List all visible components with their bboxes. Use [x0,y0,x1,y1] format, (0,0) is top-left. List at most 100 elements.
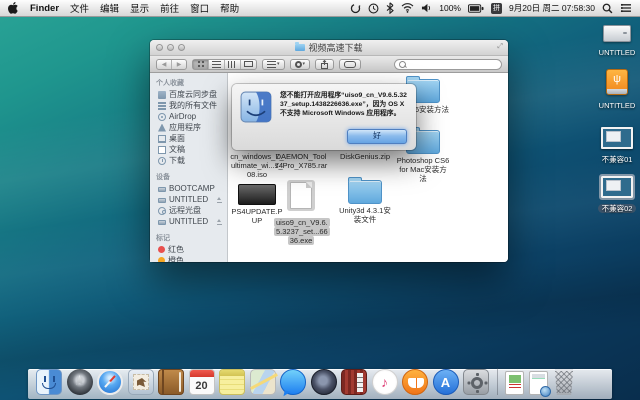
notification-center-icon[interactable] [620,3,632,13]
folder-icon [348,180,382,204]
eject-icon[interactable] [216,196,223,203]
desktop-icon-untitled-drive[interactable]: UNTITLED [597,25,637,60]
clock-icon[interactable] [368,3,379,14]
tags-button[interactable] [339,59,361,70]
zoom-button[interactable] [178,44,185,51]
navigation-buttons: ◀ ▶ [156,59,187,70]
dock-document-icon[interactable] [529,371,548,395]
arrange-menu-button[interactable]: ▾ [262,59,285,70]
list-view-icon [212,61,221,68]
sidebar-item-applications[interactable]: 应用程序 [150,122,227,133]
dock: 20 ♪ A [28,363,612,399]
dock-finder-icon[interactable] [36,369,62,395]
forward-button[interactable]: ▶ [171,60,186,69]
desktop-icon-column: UNTITLED ψ UNTITLED 不兼容01 不兼容02 [597,25,637,225]
drive-icon [158,220,166,225]
menu-view[interactable]: 显示 [130,1,149,15]
window-title-bar[interactable]: 视频高速下载 ⤢ [150,40,508,56]
battery-icon[interactable] [468,4,484,13]
desktop-icon-screenshot-01[interactable]: 不兼容01 [597,127,637,167]
menu-app-name[interactable]: Finder [30,3,59,14]
volume-icon[interactable] [421,3,432,13]
dock-mail-icon[interactable] [128,369,154,395]
dock-trash-icon[interactable] [552,369,576,395]
sidebar-item-baidu-sync[interactable]: 百度云同步盘 [150,89,227,100]
battery-percentage: 100% [439,3,461,13]
sidebar-item-tag-red[interactable]: 红色 [150,244,227,255]
sidebar-section-tags: 标记 [150,231,227,244]
dock-itunes-icon[interactable]: ♪ [372,369,398,395]
fullscreen-icon[interactable]: ⤢ [497,43,503,51]
share-button[interactable] [315,59,334,70]
menu-file[interactable]: 文件 [70,1,89,15]
document-icon [290,182,312,209]
sidebar-item-untitled-2[interactable]: UNTITLED [150,216,227,227]
menu-window[interactable]: 窗口 [190,1,209,15]
icon-view-button[interactable] [193,60,208,69]
dock-notes-icon[interactable] [219,369,245,395]
dock-app-store-icon[interactable]: A [433,369,459,395]
tag-icon [344,61,356,68]
dock-imovie-icon[interactable] [311,369,337,395]
view-mode-buttons [192,59,257,70]
desktop-icon-screenshot-02[interactable]: 不兼容02 [597,176,637,216]
airdrop-icon [158,113,166,121]
dock-document-icon[interactable] [505,371,524,395]
search-icon [399,61,406,68]
action-menu-button[interactable]: ▾ [290,59,311,70]
menu-bar-clock[interactable]: 9月20日 周二 07:58:30 [509,2,595,14]
menu-go[interactable]: 前往 [160,1,179,15]
sidebar-item-bootcamp[interactable]: BOOTCAMP [150,183,227,194]
dock-system-preferences-icon[interactable] [463,369,489,395]
eject-icon[interactable] [216,218,223,225]
document-badge-icon [540,386,551,397]
apple-menu-icon[interactable] [8,2,19,14]
sidebar-item-desktop[interactable]: 桌面 [150,133,227,144]
dock-safari-icon[interactable] [97,369,123,395]
selection-highlight [287,180,315,211]
screenshot-thumbnail-icon [601,127,633,149]
arrange-icon [267,61,276,68]
documents-icon [158,146,166,154]
sidebar-item-documents[interactable]: 文稿 [150,144,227,155]
back-button[interactable]: ◀ [157,60,171,69]
firmware-file-icon [238,184,276,205]
external-drive-icon [603,25,631,42]
search-input[interactable] [394,59,502,70]
coverflow-view-button[interactable] [240,60,256,69]
sidebar-item-all-my-files[interactable]: 我的所有文件 [150,100,227,111]
spotlight-icon[interactable] [602,3,613,14]
dock-contacts-icon[interactable] [158,369,184,395]
input-method-icon[interactable]: 拼 [491,3,502,14]
file-folder-unity3d[interactable]: Unity3d 4.3.1安装文件 [338,180,392,224]
desktop-icon-untitled-usb[interactable]: ψ UNTITLED [597,69,637,113]
finder-sidebar: 个人收藏 百度云同步盘 我的所有文件 AirDrop 应用程序 桌面 文稿 下载… [150,73,228,262]
sidebar-item-remote-disc[interactable]: 远程光盘 [150,205,227,216]
list-view-button[interactable] [208,60,224,69]
minimize-button[interactable] [167,44,174,51]
applications-icon [158,124,166,132]
menu-help[interactable]: 帮助 [220,1,239,15]
sidebar-item-airdrop[interactable]: AirDrop [150,111,227,122]
dock-ibooks-icon[interactable] [402,369,428,395]
bluetooth-icon[interactable] [386,2,394,14]
dock-photo-booth-icon[interactable] [341,369,367,395]
dock-messages-icon[interactable] [280,369,306,395]
cannot-open-app-dialog: 您不能打开应用程序“uiso9_cn_V9.6.5.3237_setup.143… [232,84,416,150]
close-button[interactable] [156,44,163,51]
sidebar-item-tag-orange[interactable]: 橙色 [150,255,227,262]
column-view-button[interactable] [224,60,240,69]
folder-icon [158,91,166,99]
file-ultraiso-exe[interactable]: uiso9_cn_V9.6.5.3237_set...6636.exe [274,180,328,245]
finder-face-icon [240,91,272,143]
menu-edit[interactable]: 编辑 [100,1,119,15]
desktop: { "menu_bar": { "app_name": "Finder", "m… [0,0,640,400]
sync-status-icon[interactable] [350,3,361,14]
dock-maps-icon[interactable] [250,369,276,395]
ok-button[interactable]: 好 [347,129,407,144]
dock-launchpad-icon[interactable] [67,369,93,395]
wifi-icon[interactable] [401,3,414,13]
sidebar-item-downloads[interactable]: 下载 [150,155,227,166]
sidebar-item-untitled-1[interactable]: UNTITLED [150,194,227,205]
dock-calendar-icon[interactable]: 20 [189,369,215,395]
